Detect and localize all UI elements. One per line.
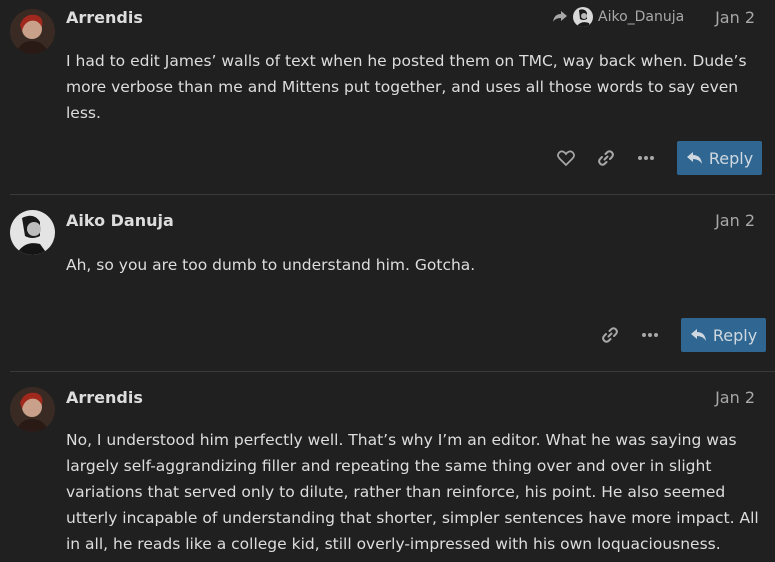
- reply-icon: [690, 329, 706, 341]
- post-actions: Reply: [546, 141, 762, 175]
- post-author[interactable]: Arrendis: [66, 388, 143, 407]
- reply-arrow-icon: [553, 11, 567, 22]
- avatar-arrendis[interactable]: [10, 9, 55, 54]
- heart-icon: [557, 150, 575, 166]
- post-actions: Reply: [590, 318, 766, 352]
- reply-button-label: Reply: [712, 325, 758, 345]
- reply-button[interactable]: Reply: [681, 318, 766, 352]
- more-icon: [638, 156, 654, 160]
- post-author[interactable]: Aiko Danuja: [66, 211, 174, 230]
- post-body: I had to edit James’ walls of text when …: [66, 52, 747, 122]
- link-icon: [598, 150, 614, 166]
- more-icon: [642, 333, 658, 337]
- reply-button[interactable]: Reply: [677, 141, 762, 175]
- post-divider: [10, 194, 775, 195]
- post-date[interactable]: Jan 2: [715, 211, 755, 230]
- reply-button-label: Reply: [708, 148, 754, 168]
- reply-to-indicator[interactable]: Aiko_Danuja: [552, 6, 684, 28]
- post-body: No, I understood him perfectly well. Tha…: [66, 431, 759, 553]
- post-author[interactable]: Arrendis: [66, 8, 143, 27]
- post-date[interactable]: Jan 2: [715, 388, 755, 407]
- copy-link-button[interactable]: [590, 318, 630, 352]
- more-options-button[interactable]: [630, 318, 670, 352]
- reply-to-username: Aiko_Danuja: [598, 9, 685, 25]
- copy-link-button[interactable]: [586, 141, 626, 175]
- post-divider: [10, 371, 775, 372]
- avatar-arrendis[interactable]: [10, 387, 55, 432]
- reply-icon: [686, 152, 702, 164]
- post-date[interactable]: Jan 2: [715, 8, 755, 27]
- avatar-aiko-danuja[interactable]: [10, 210, 55, 255]
- reply-to-avatar: [573, 7, 593, 27]
- post-body: Ah, so you are too dumb to understand hi…: [66, 256, 476, 274]
- like-button[interactable]: [546, 141, 586, 175]
- more-options-button[interactable]: [626, 141, 666, 175]
- link-icon: [602, 327, 618, 343]
